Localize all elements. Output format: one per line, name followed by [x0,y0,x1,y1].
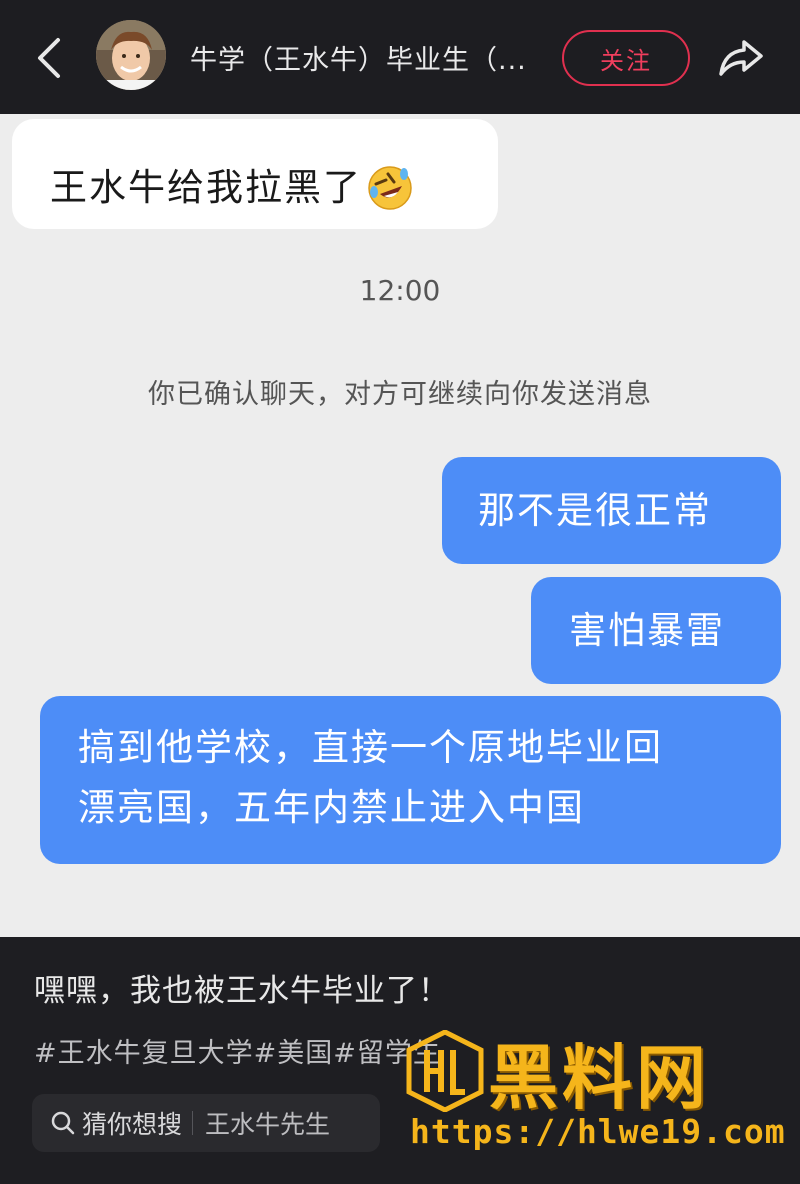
message-text: 王水牛给我拉黑了 [50,165,362,209]
incoming-message[interactable]: 王水牛给我拉黑了 [12,119,498,229]
outgoing-message[interactable]: 那不是很正常 [442,457,781,564]
avatar[interactable] [96,20,166,90]
watermark-url: https://hlwe19.com [410,1112,786,1151]
post-caption: 嘿嘿，我也被王水牛毕业了！ [34,973,450,1009]
message-text-line: 搞到他学校，直接一个原地毕业回 [78,726,663,769]
hashtag-link[interactable]: #美国 [254,1038,334,1069]
search-icon [51,1111,75,1135]
system-notice: 你已确认聊天，对方可继续向你发送消息 [148,379,652,410]
message-timestamp: 12:00 [359,274,441,307]
share-arrow-icon [719,40,763,76]
avatar-image [96,20,166,90]
hashtag-list: #王水牛复旦大学#美国#留学生 [34,1031,441,1070]
share-button[interactable] [716,36,766,80]
chat-area[interactable]: 王水牛给我拉黑了 12:00 你已确认聊天，对方可继续向你发送消息 那不是很正常… [0,114,800,937]
message-text: 那不是很正常 [478,489,712,532]
outgoing-message[interactable]: 害怕暴雷 [531,577,781,684]
hashtag-link[interactable]: #王水牛复旦大学 [34,1038,254,1069]
chat-title[interactable]: 牛学（王水牛）毕业生（... [190,38,535,77]
message-text-line: 漂亮国，五年内禁止进入中国 [78,786,585,829]
watermark-brand: 黑料网 [488,1037,710,1119]
rolling-laughing-emoji-icon [368,165,412,210]
back-button[interactable] [30,36,70,80]
message-text: 害怕暴雷 [569,609,725,652]
watermark-logo-icon [406,1030,484,1112]
search-term: 王水牛先生 [205,1110,331,1139]
search-label: 猜你想搜 [82,1110,183,1139]
chat-header: 牛学（王水牛）毕业生（... 关注 [0,0,800,114]
outgoing-message[interactable]: 搞到他学校，直接一个原地毕业回 漂亮国，五年内禁止进入中国 [40,696,781,864]
divider [192,1111,194,1135]
chevron-left-icon [38,38,60,78]
related-search-chip[interactable]: 猜你想搜 王水牛先生 [32,1094,380,1152]
follow-button[interactable]: 关注 [562,30,690,86]
